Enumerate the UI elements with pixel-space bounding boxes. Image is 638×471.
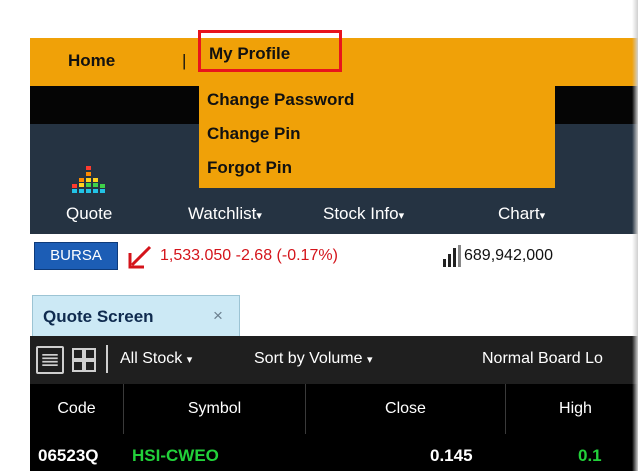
column-header-close[interactable]: Close <box>306 384 506 434</box>
tab-quote-screen[interactable]: Quote Screen × <box>32 295 240 336</box>
profile-dropdown-menu: Change Password Change Pin Forgot Pin <box>199 84 555 188</box>
column-header-high[interactable]: High <box>506 384 638 434</box>
chevron-down-icon: ▾ <box>186 354 193 366</box>
window-shadow <box>632 0 638 471</box>
cell-symbol: HSI-CWEO <box>132 446 219 465</box>
column-header-code[interactable]: Code <box>30 384 124 434</box>
board-dropdown[interactable]: Normal Board Lo <box>482 350 603 368</box>
cell-code: 06523Q <box>38 446 99 465</box>
toolbar-stock-info[interactable]: Stock Info▾ <box>323 204 404 224</box>
table-row[interactable]: 06523Q HSI-CWEO 0.145 0.1 <box>30 434 638 471</box>
market-volume: 689,942,000 <box>464 247 553 264</box>
table-header: Code Symbol Close High <box>30 384 638 434</box>
tab-quote-screen-label: Quote Screen <box>43 307 154 326</box>
sort-by-label: Sort by Volume <box>254 350 363 367</box>
list-view-icon[interactable] <box>36 346 64 374</box>
menu-item-change-password[interactable]: Change Password <box>207 90 354 110</box>
all-stock-label: All Stock <box>120 350 183 367</box>
market-index-bar: BURSA 1,533.050 -2.68 (-0.17%) 689,942,0… <box>30 234 638 280</box>
grid-view-icon[interactable] <box>70 346 98 374</box>
chevron-down-icon: ▾ <box>398 210 405 222</box>
toolbar-quote[interactable]: Quote <box>66 204 112 224</box>
app-window: Home | My Profile Quote Watchlist▾ Stock… <box>0 0 638 471</box>
cell-high: 0.1 <box>578 446 602 465</box>
volume-bars-icon <box>443 245 461 267</box>
menu-separator: | <box>182 51 187 70</box>
all-stock-dropdown[interactable]: All Stock ▾ <box>120 350 192 368</box>
chevron-down-icon: ▾ <box>366 354 373 366</box>
toolbar-chart-label: Chart <box>498 204 540 223</box>
toolbar-watchlist[interactable]: Watchlist▾ <box>188 204 262 224</box>
filter-separator <box>106 345 108 373</box>
column-header-symbol[interactable]: Symbol <box>124 384 306 434</box>
chevron-down-icon: ▾ <box>256 210 262 222</box>
menu-item-forgot-pin[interactable]: Forgot Pin <box>207 158 292 178</box>
menu-my-profile[interactable]: My Profile <box>209 44 290 64</box>
sort-by-dropdown[interactable]: Sort by Volume ▾ <box>254 350 372 368</box>
app-content: Home | My Profile Quote Watchlist▾ Stock… <box>30 30 638 471</box>
close-icon[interactable]: × <box>213 306 223 326</box>
arrow-down-left-icon <box>128 245 152 269</box>
filter-bar: All Stock ▾ Sort by Volume ▾ Normal Boar… <box>30 336 638 384</box>
menu-item-change-pin[interactable]: Change Pin <box>207 124 301 144</box>
market-button-bursa[interactable]: BURSA <box>34 242 118 270</box>
toolbar-chart[interactable]: Chart▾ <box>498 204 545 224</box>
toolbar-watchlist-label: Watchlist <box>188 204 257 223</box>
toolbar-stock-info-label: Stock Info <box>323 204 399 223</box>
top-menu-bar: Home | My Profile <box>30 30 638 86</box>
menu-my-profile-highlight[interactable]: My Profile <box>198 30 342 72</box>
menu-home[interactable]: Home <box>68 51 115 71</box>
tab-strip: Quote Screen × <box>30 280 638 336</box>
chevron-down-icon: ▾ <box>539 210 546 222</box>
cell-close: 0.145 <box>430 446 473 465</box>
quote-bars-icon[interactable] <box>70 162 106 194</box>
index-value: 1,533.050 -2.68 (-0.17%) <box>160 247 338 264</box>
